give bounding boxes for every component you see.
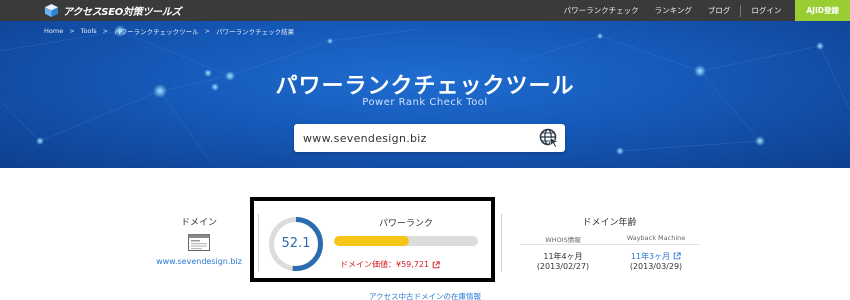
wayback-age-text: 11年3ヶ月 (630, 252, 671, 261)
wayback-date-text: (2013/03/29) (629, 262, 683, 271)
breadcrumb: Home > Tools > パワーランクチェックツール > パワーランクチェッ… (44, 26, 294, 36)
hero-banner: Home > Tools > パワーランクチェックツール > パワーランクチェッ… (0, 21, 850, 168)
whois-date-text: (2013/02/27) (536, 262, 590, 271)
nav-item-power-rank-check[interactable]: パワーランクチェック (556, 0, 647, 21)
nav-item-login[interactable]: ログイン (743, 0, 789, 21)
cube-logo-icon (44, 3, 59, 18)
wayback-age[interactable]: 11年3ヶ月 (2013/03/29) (614, 252, 698, 272)
power-rank-label: パワーランク (378, 219, 433, 229)
power-rank-bar-fill (334, 236, 409, 246)
browser-window-icon (188, 234, 210, 251)
search-button[interactable] (538, 127, 560, 149)
domain-age-divider (520, 244, 700, 245)
column-divider (501, 214, 502, 272)
domain-link[interactable]: www.sevendesign.biz (148, 257, 250, 266)
nav-menu: パワーランクチェック ランキング ブログ ログイン AJID登録 (556, 0, 850, 21)
domain-value-link[interactable]: ドメイン価値：¥59,721 (340, 259, 440, 270)
domain-label: ドメイン (180, 218, 217, 228)
breadcrumb-separator: > (204, 27, 211, 35)
power-rank-score: 52.1 (281, 236, 311, 251)
nav-item-ranking[interactable]: ランキング (647, 0, 700, 21)
nav-item-blog[interactable]: ブログ (700, 0, 739, 21)
register-button[interactable]: AJID登録 (795, 0, 850, 21)
breadcrumb-separator: > (69, 27, 75, 35)
breadcrumb-tools[interactable]: Tools (81, 27, 97, 35)
globe-cursor-icon (539, 128, 559, 148)
external-link-icon (673, 252, 681, 260)
nav-divider (740, 4, 742, 17)
external-link-icon (432, 260, 440, 268)
power-rank-bar (334, 236, 478, 246)
search-box (294, 124, 565, 152)
whois-age-text: 11年4ヶ月 (543, 252, 583, 261)
domain-value-text: ドメイン価値：¥59,721 (340, 260, 430, 269)
wayback-label: Wayback Machine (626, 234, 686, 242)
whois-label: WHOIS情報 (545, 236, 581, 244)
breadcrumb-current: パワーランクチェック結果 (216, 28, 295, 36)
used-domain-stock-link[interactable]: アクセス中古ドメインの在庫情報 (0, 291, 850, 300)
breadcrumb-separator: > (102, 27, 109, 35)
whois-age: 11年4ヶ月 (2013/02/27) (525, 252, 601, 272)
page-title: パワーランクチェックツール (275, 74, 575, 99)
domain-age-title: ドメイン年齢 (582, 218, 637, 228)
domain-search-input[interactable] (303, 130, 528, 146)
top-nav: アクセスSEO対策ツールズ パワーランクチェック ランキング ブログ ログイン … (0, 0, 850, 21)
breadcrumb-power-rank-tool[interactable]: パワーランクチェックツール (114, 26, 199, 36)
logo-text: アクセスSEO対策ツールズ (63, 7, 182, 18)
breadcrumb-home[interactable]: Home (44, 27, 63, 35)
wayback-age-link[interactable]: 11年3ヶ月 (614, 252, 698, 262)
page-subtitle: Power Rank Check Tool (362, 97, 488, 108)
site-logo[interactable]: アクセスSEO対策ツールズ (44, 2, 181, 19)
